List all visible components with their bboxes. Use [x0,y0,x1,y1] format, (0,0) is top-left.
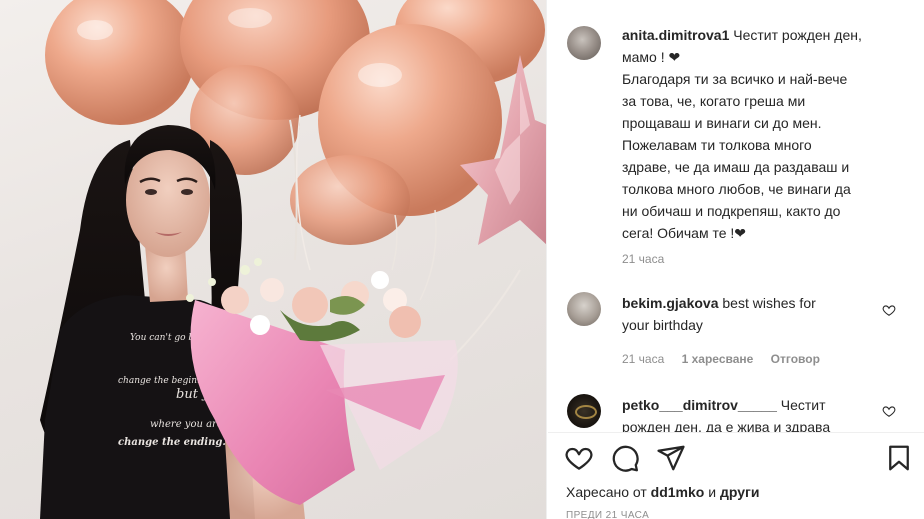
comment-item: petko___dimitrov_____ Честит рожден ден,… [622,394,884,432]
post-details-panel: anita.dimitrova1 Честит рожден ден, мамо… [548,0,924,519]
action-bar [548,443,924,477]
post-photo[interactable]: You can't go back change the beginning, … [0,0,547,519]
caption-line: прощаваш и винаги си до мен. [622,115,822,131]
post-caption: anita.dimitrova1 Честит рожден ден, мамо… [622,24,910,244]
heart-outline-icon[interactable] [564,443,594,473]
shirt-text: change the ending. [118,437,226,448]
liked-by-conjunction: и [708,484,717,500]
liked-by-others[interactable]: други [720,484,759,500]
commenter-username[interactable]: petko___dimitrov_____ [622,397,777,413]
balloon [45,0,195,125]
paper-plane-icon[interactable] [656,443,686,473]
author-username[interactable]: anita.dimitrova1 [622,27,729,43]
caption-line: за това, че, когато греша ми [622,93,806,109]
commenter-avatar[interactable] [567,394,601,428]
liked-by-prefix: Харесано от [566,484,647,500]
caption-timestamp[interactable]: 21 часа [622,252,664,266]
author-avatar[interactable] [567,26,601,60]
comment-heart-icon[interactable] [882,303,896,317]
comment-timestamp[interactable]: 21 часа [622,352,664,366]
caption-line: Пожелавам ти толкова много [622,137,812,153]
liked-by: Харесано от dd1mko и други [566,484,759,500]
post-timestamp[interactable]: преди 21 часа [566,510,649,519]
caption-meta: 21 часа [622,252,678,266]
caption-line: Честит рожден ден, [733,27,862,43]
caption-line: мамо ! ❤ [622,49,681,65]
caption-line: здраве, че да имаш да раздаваш и [622,159,850,175]
balloon [290,155,410,245]
comment-text: Честит [780,397,826,413]
reply-button[interactable]: Отговор [771,352,820,366]
photo-illustration: You can't go back change the beginning, … [40,0,546,519]
caption-line: сега! Обичам те !❤ [622,225,747,241]
comment-item: bekim.gjakova best wishes for your birth… [622,292,884,336]
comment-meta: 21 часа 1 харесване Отговор [622,352,834,366]
divider [548,432,924,433]
comment-text: рожден ден, да е жива и здрава [622,419,831,432]
caption-line: толкова много любов, че винаги да [622,181,851,197]
shirt-text: where you are [150,419,223,430]
bookmark-icon[interactable] [884,443,914,473]
commenter-avatar[interactable] [567,292,601,326]
comment-heart-icon[interactable] [882,404,896,418]
caption-line: Благодаря ти за всичко и най-вече [622,71,848,87]
commenter-username[interactable]: bekim.gjakova [622,295,719,311]
comment-text: your birthday [622,317,703,333]
liked-by-user[interactable]: dd1mko [651,484,705,500]
comment-text: best wishes for [722,295,816,311]
caption-line: ни обичаш и подкрепяш, както до [622,203,841,219]
comment-likes-count[interactable]: 1 харесване [682,352,754,366]
comment-bubble-icon[interactable] [610,443,640,473]
comments-section[interactable]: anita.dimitrova1 Честит рожден ден, мамо… [548,0,924,432]
